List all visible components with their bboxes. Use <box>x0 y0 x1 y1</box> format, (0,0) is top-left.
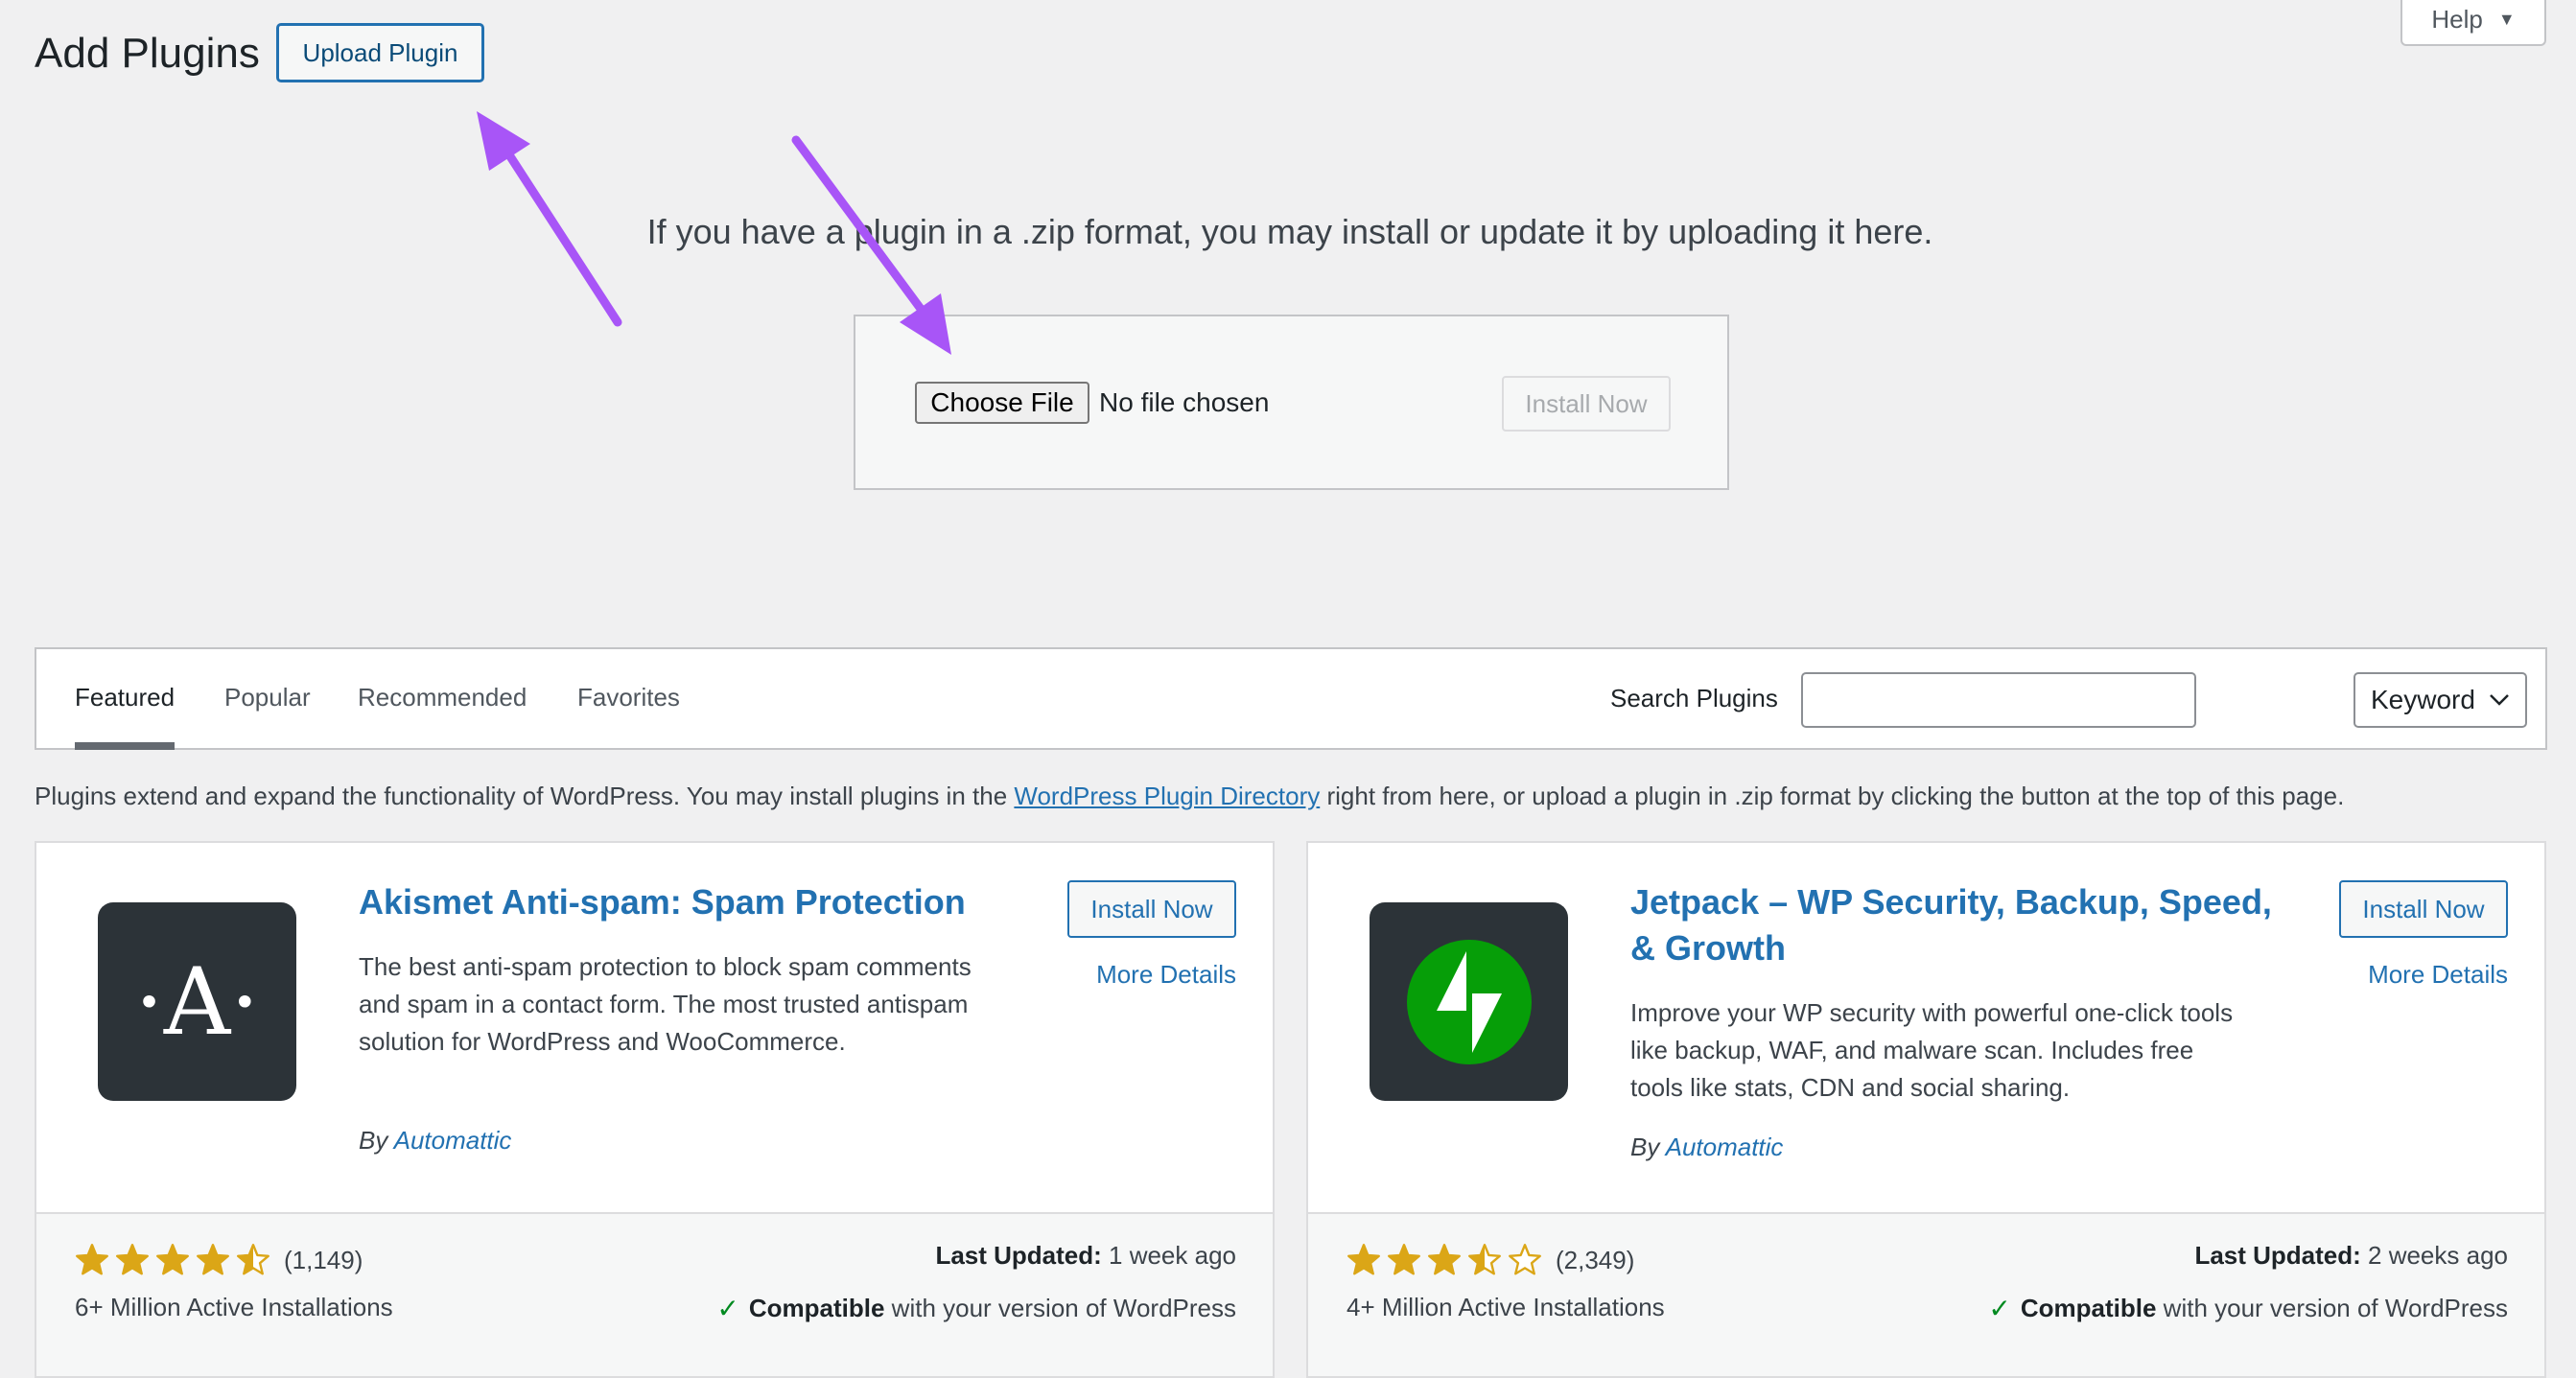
help-label: Help <box>2431 4 2483 34</box>
plugin-title-link[interactable]: Jetpack – WP Security, Backup, Speed, & … <box>1630 879 2302 971</box>
intro-text-after: right from here, or upload a plugin in .… <box>1320 782 2345 810</box>
more-details-link[interactable]: More Details <box>2368 960 2508 990</box>
plugin-card-footer: (2,349) 4+ Million Active Installations … <box>1308 1212 2544 1376</box>
last-updated: Last Updated: 1 week ago <box>935 1241 1236 1271</box>
star-full-icon <box>1388 1244 1420 1275</box>
star-rating: (1,149) <box>75 1243 363 1277</box>
upload-form: Choose File No file chosen Install Now <box>854 315 1729 490</box>
akismet-logo-letter: ·A· <box>134 947 260 1056</box>
author-prefix: By <box>359 1126 388 1155</box>
rating-count: (1,149) <box>284 1245 363 1274</box>
akismet-logo-icon: ·A· <box>98 902 296 1101</box>
author-link[interactable]: Automattic <box>394 1126 512 1155</box>
search-type-value: Keyword <box>2371 685 2475 714</box>
star-full-icon <box>76 1244 108 1275</box>
last-updated-label: Last Updated: <box>935 1241 1102 1270</box>
upload-plugin-button[interactable]: Upload Plugin <box>276 23 484 82</box>
plugin-description: Improve your WP security with powerful o… <box>1630 998 2234 1102</box>
compatible-label: Compatible <box>748 1294 885 1322</box>
star-full-icon <box>156 1244 189 1275</box>
chevron-down-icon <box>2490 694 2509 706</box>
caret-down-icon: ▼ <box>2497 9 2516 29</box>
tab-popular[interactable]: Popular <box>224 649 311 750</box>
star-half-icon <box>1468 1244 1501 1275</box>
compatibility-status: ✓ Compatible with your version of WordPr… <box>1988 1293 2508 1324</box>
author-prefix: By <box>1630 1133 1660 1161</box>
page-title: Add Plugins <box>35 30 260 77</box>
star-full-icon <box>116 1244 149 1275</box>
star-full-icon <box>197 1244 229 1275</box>
last-updated-value: 1 week ago <box>1109 1241 1236 1270</box>
plugin-card-footer: (1,149) 6+ Million Active Installations … <box>36 1212 1273 1376</box>
tab-favorites[interactable]: Favorites <box>577 649 680 750</box>
compatibility-status: ✓ Compatible with your version of WordPr… <box>716 1293 1236 1324</box>
install-now-button[interactable]: Install Now <box>2339 880 2508 938</box>
jetpack-bolt-icon <box>1406 939 1532 1064</box>
rating-count: (2,349) <box>1556 1245 1635 1274</box>
compatible-text: with your version of WordPress <box>891 1294 1236 1322</box>
plugin-author: By Automattic <box>1630 1133 1783 1162</box>
plugin-description: The best anti-spam protection to block s… <box>359 952 972 1056</box>
tab-recommended[interactable]: Recommended <box>358 649 527 750</box>
search-plugins-input[interactable] <box>1801 672 2196 728</box>
author-link[interactable]: Automattic <box>1666 1133 1784 1161</box>
star-full-icon <box>1347 1244 1380 1275</box>
install-now-button[interactable]: Install Now <box>1067 880 1236 938</box>
search-plugins-label: Search Plugins <box>1610 684 1778 712</box>
intro-text-before: Plugins extend and expand the functional… <box>35 782 1015 810</box>
file-status: No file chosen <box>1099 387 1270 417</box>
plugin-card-jetpack: Jetpack – WP Security, Backup, Speed, & … <box>1306 841 2546 1378</box>
last-updated-label: Last Updated: <box>2194 1241 2361 1270</box>
plugin-author: By Automattic <box>359 1126 511 1156</box>
plugin-filter-bar: Featured Popular Recommended Favorites S… <box>35 647 2547 750</box>
help-tab-button[interactable]: Help ▼ <box>2400 0 2546 46</box>
star-rating: (2,349) <box>1347 1243 1634 1277</box>
compatible-label: Compatible <box>2020 1294 2157 1322</box>
star-empty-icon <box>1509 1244 1541 1275</box>
active-installations: 4+ Million Active Installations <box>1347 1293 1665 1321</box>
plugin-card-akismet: ·A· Akismet Anti-spam: Spam Protection T… <box>35 841 1275 1378</box>
star-half-icon <box>237 1244 269 1275</box>
checkmark-icon: ✓ <box>716 1294 739 1323</box>
compatible-text: with your version of WordPress <box>2163 1294 2508 1322</box>
install-now-button-disabled[interactable]: Install Now <box>1502 376 1671 432</box>
active-installations: 6+ Million Active Installations <box>75 1293 393 1321</box>
choose-file-button[interactable]: Choose File <box>915 382 1089 424</box>
jetpack-logo-icon <box>1370 902 1568 1101</box>
plugin-title-link[interactable]: Akismet Anti-spam: Spam Protection <box>359 879 1030 925</box>
plugins-intro: Plugins extend and expand the functional… <box>35 777 2344 815</box>
star-full-icon <box>1428 1244 1461 1275</box>
checkmark-icon: ✓ <box>1988 1294 2011 1323</box>
last-updated: Last Updated: 2 weeks ago <box>2194 1241 2508 1271</box>
more-details-link[interactable]: More Details <box>1096 960 1236 990</box>
tab-featured[interactable]: Featured <box>75 649 176 750</box>
upload-instructions: If you have a plugin in a .zip format, y… <box>646 212 1933 251</box>
plugin-directory-link[interactable]: WordPress Plugin Directory <box>1014 782 1320 810</box>
last-updated-value: 2 weeks ago <box>2368 1241 2508 1270</box>
search-type-select[interactable]: Keyword <box>2354 672 2527 728</box>
